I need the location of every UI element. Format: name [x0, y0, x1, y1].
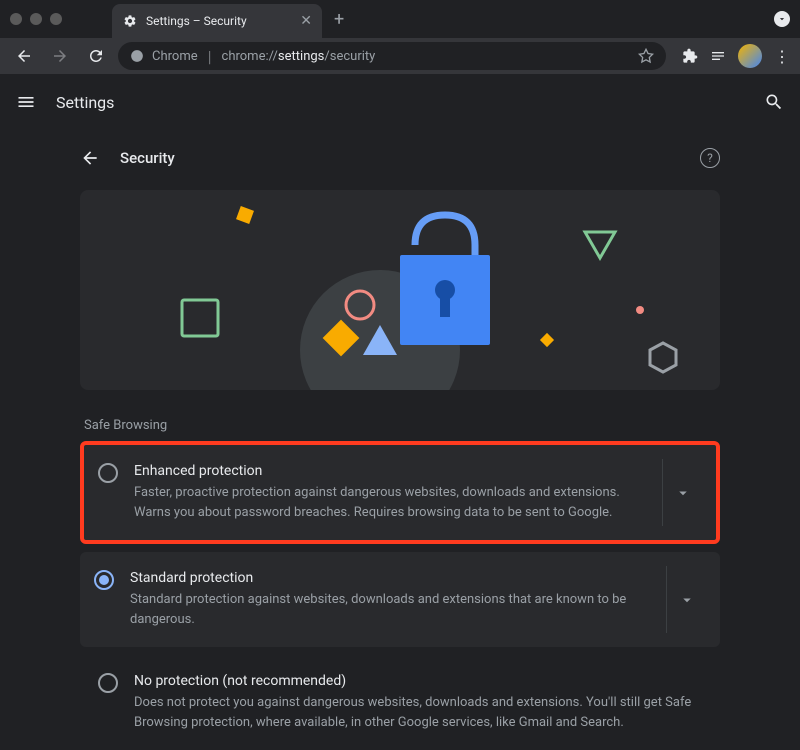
back-button[interactable] [10, 42, 38, 70]
reload-button[interactable] [82, 42, 110, 70]
browser-tab[interactable]: Settings – Security ✕ [112, 4, 322, 38]
browser-menu-button[interactable]: ⋮ [774, 47, 790, 66]
option-title: Enhanced protection [134, 463, 646, 479]
url-text: chrome://settings/security [222, 49, 376, 64]
close-window-button[interactable] [10, 13, 22, 25]
chevron-down-icon[interactable] [774, 11, 790, 27]
option-title: No protection (not recommended) [134, 673, 702, 689]
option-title: Standard protection [130, 570, 650, 586]
avatar[interactable] [738, 44, 762, 68]
option-enhanced-protection[interactable]: Enhanced protection Faster, proactive pr… [80, 441, 720, 544]
menu-icon[interactable] [16, 92, 36, 112]
help-icon[interactable]: ? [700, 148, 720, 168]
maximize-window-button[interactable] [50, 13, 62, 25]
radio-standard[interactable] [94, 570, 114, 590]
new-tab-button[interactable]: + [334, 9, 344, 30]
address-bar[interactable]: Chrome | chrome://settings/security [118, 42, 666, 70]
expand-standard-button[interactable] [666, 566, 706, 633]
titlebar-right [774, 11, 790, 27]
app-title: Settings [56, 93, 114, 112]
search-icon[interactable] [764, 92, 784, 112]
option-standard-protection[interactable]: Standard protection Standard protection … [80, 552, 720, 647]
page-title: Security [120, 149, 175, 167]
minimize-window-button[interactable] [30, 13, 42, 25]
section-label: Safe Browsing [84, 418, 720, 433]
close-tab-button[interactable]: ✕ [300, 13, 312, 29]
radio-none[interactable] [98, 673, 118, 693]
window-titlebar: Settings – Security ✕ + [0, 0, 800, 38]
option-no-protection[interactable]: No protection (not recommended) Does not… [80, 655, 720, 750]
traffic-lights [10, 13, 62, 25]
forward-button[interactable] [46, 42, 74, 70]
gear-icon [122, 13, 138, 29]
radio-enhanced[interactable] [98, 463, 118, 483]
extensions-icon[interactable] [682, 48, 698, 64]
page-header: Security ? [80, 130, 720, 186]
option-desc: Standard protection against websites, do… [130, 590, 650, 629]
expand-enhanced-button[interactable] [662, 459, 702, 526]
hero-illustration [80, 190, 720, 390]
back-icon[interactable] [80, 148, 100, 168]
url-label: Chrome [152, 49, 198, 64]
option-desc: Faster, proactive protection against dan… [134, 483, 646, 522]
settings-header: Settings [0, 74, 800, 130]
reading-list-icon[interactable] [710, 48, 726, 64]
site-info-icon[interactable] [130, 49, 144, 63]
tab-title: Settings – Security [146, 14, 292, 28]
option-desc: Does not protect you against dangerous w… [134, 693, 702, 732]
bookmark-icon[interactable] [638, 48, 654, 64]
browser-toolbar: Chrome | chrome://settings/security ⋮ [0, 38, 800, 74]
